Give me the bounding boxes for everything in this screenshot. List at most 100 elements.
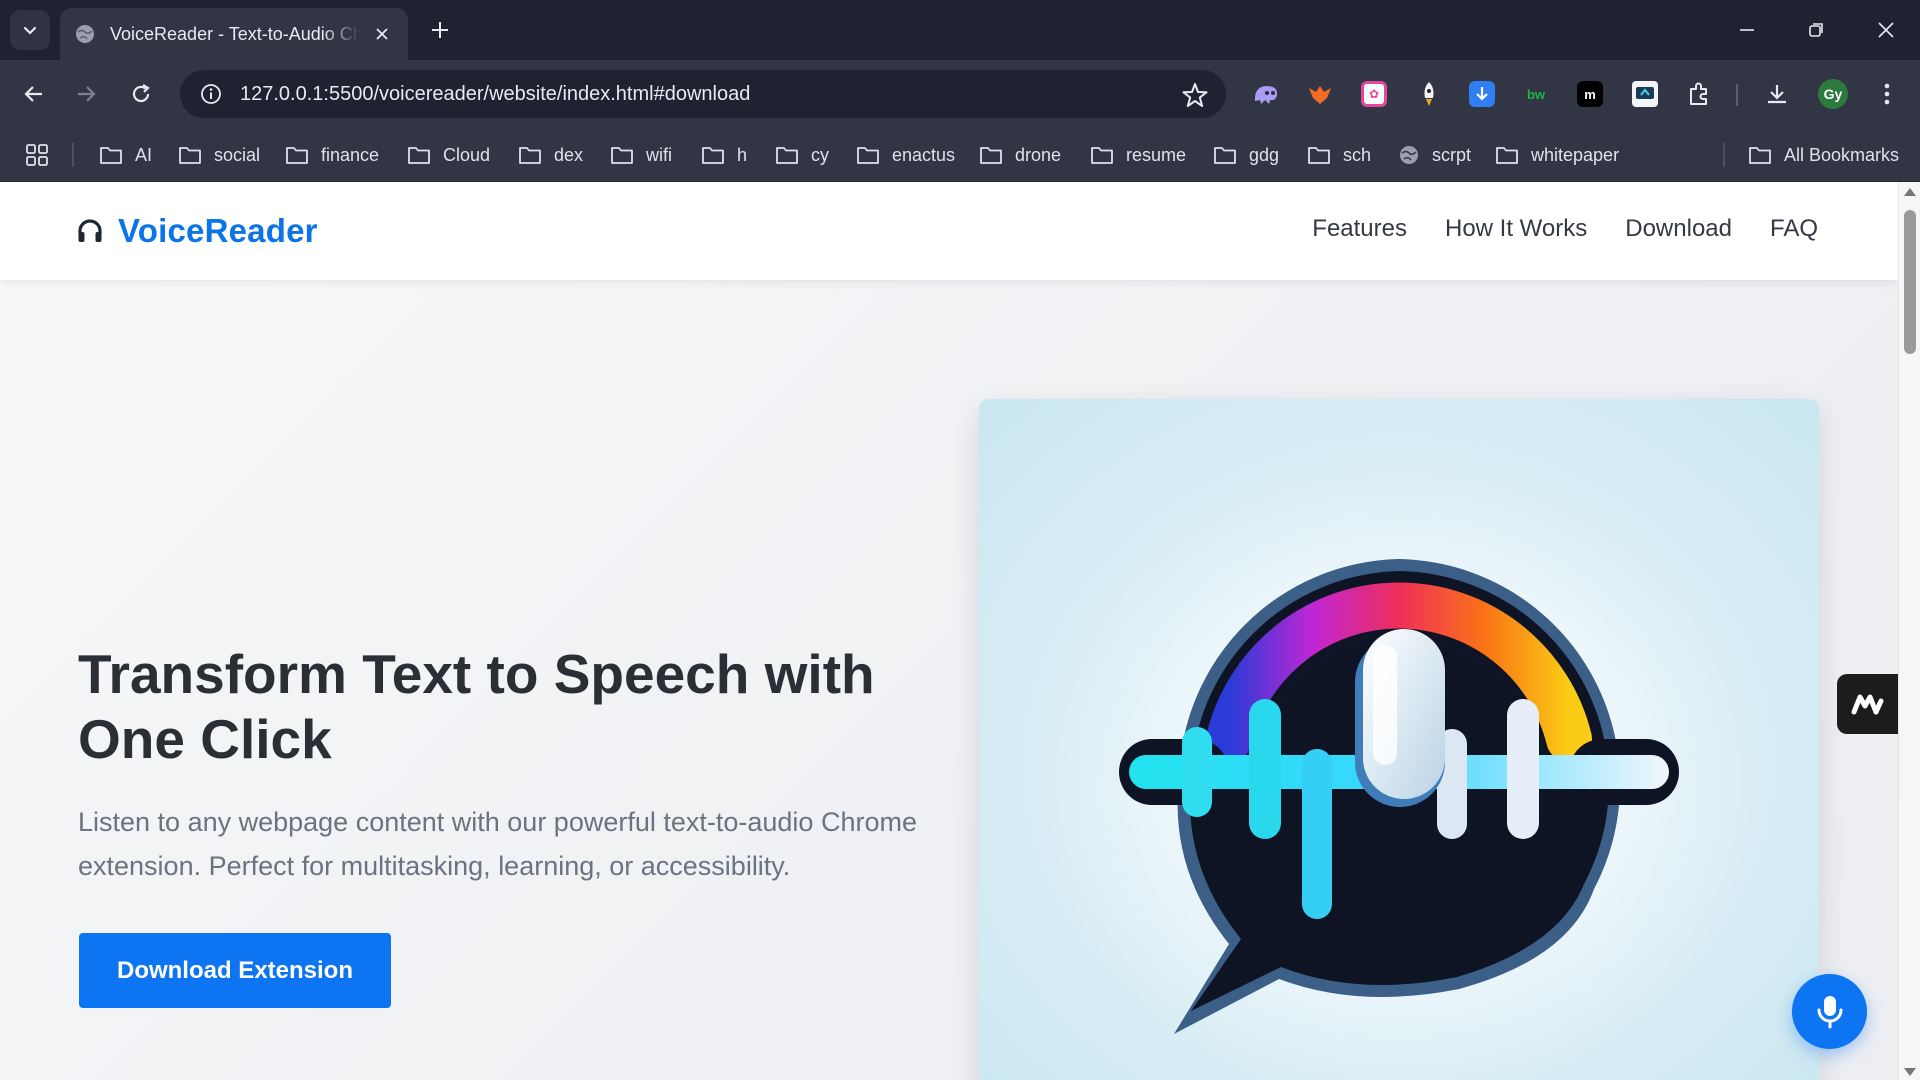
close-window-button[interactable] <box>1862 8 1910 52</box>
site-logo[interactable]: VoiceReader <box>76 212 318 250</box>
profile-avatar[interactable]: Gy <box>1818 79 1848 109</box>
apps-grid-icon[interactable] <box>26 140 60 170</box>
logo-text: VoiceReader <box>118 212 318 249</box>
restore-icon <box>1809 23 1823 37</box>
bookmark-scrpt[interactable]: scrpt <box>1398 140 1471 170</box>
scroll-down-arrow-icon[interactable] <box>1904 1068 1916 1076</box>
bookmark-ai[interactable]: AI <box>99 140 152 170</box>
minimize-icon <box>1740 29 1754 31</box>
new-tab-button[interactable] <box>424 14 456 46</box>
bookmarks-bar: AI social finance Cloud dex wifi h cy enactus dro… <box>0 128 1920 182</box>
back-button[interactable] <box>14 74 54 114</box>
tab-title: VoiceReader - Text-to-Audio Chrome Exten… <box>110 23 360 44</box>
download-extension-button[interactable]: Download Extension <box>79 933 391 1008</box>
bookmark-drone[interactable]: drone <box>979 140 1061 170</box>
bookmark-label: wifi <box>646 144 672 165</box>
bookmark-label: resume <box>1126 144 1187 165</box>
downloads-icon[interactable] <box>1760 77 1794 111</box>
scroll-up-arrow-icon[interactable] <box>1904 188 1916 196</box>
extension-m-icon[interactable]: m <box>1573 77 1607 111</box>
folder-icon <box>1749 147 1771 164</box>
extension-fox-icon[interactable] <box>1303 77 1337 111</box>
active-tab[interactable]: VoiceReader - Text-to-Audio Chrome Exten… <box>60 8 408 60</box>
bookmark-label: sch <box>1343 144 1372 165</box>
folder-icon <box>1214 147 1236 164</box>
tab-search-button[interactable] <box>10 10 50 50</box>
folder-icon <box>776 147 798 164</box>
bookmark-label: Cloud <box>443 144 491 165</box>
page-scrollbar[interactable] <box>1898 182 1920 1080</box>
extension-ghost-icon[interactable] <box>1249 77 1283 111</box>
site-info-icon[interactable] <box>196 79 226 109</box>
folder-icon <box>857 147 879 164</box>
extension-rocket-icon[interactable] <box>1412 77 1446 111</box>
nav-download-link[interactable]: Download <box>1625 215 1732 243</box>
globe-icon <box>76 25 94 43</box>
folder-icon <box>179 147 201 164</box>
site-header: VoiceReader Features How It Works Downlo… <box>0 182 1898 280</box>
folder-icon <box>1091 147 1113 164</box>
globe-icon <box>1400 146 1418 164</box>
bookmark-label: cy <box>811 144 829 165</box>
bookmark-enactus[interactable]: enactus <box>856 140 955 170</box>
close-icon <box>1878 22 1894 38</box>
address-bar[interactable]: 127.0.0.1:5500/voicereader/website/index… <box>180 70 1226 118</box>
chevron-down-icon <box>23 26 37 35</box>
forward-button[interactable] <box>66 74 106 114</box>
browser-toolbar: 127.0.0.1:5500/voicereader/website/index… <box>0 60 1920 128</box>
all-bookmarks-label: All Bookmarks <box>1784 144 1900 165</box>
folder-icon <box>1496 147 1518 164</box>
bookmark-label: drone <box>1015 144 1062 165</box>
m-logo-icon <box>1851 694 1883 715</box>
hero-title: Transform Text to Speech with One Click <box>78 643 875 770</box>
close-tab-icon[interactable] <box>370 22 394 46</box>
arrow-right-icon <box>78 86 96 102</box>
extension-bw-icon[interactable]: bw <box>1519 77 1553 111</box>
voice-bubble-logo-image <box>1039 469 1759 1080</box>
bookmark-cloud[interactable]: Cloud <box>407 140 490 170</box>
bookmark-resume[interactable]: resume <box>1090 140 1186 170</box>
nav-how-it-works-link[interactable]: How It Works <box>1445 215 1587 243</box>
bookmark-dex[interactable]: dex <box>518 140 583 170</box>
arrow-left-icon <box>24 86 42 102</box>
main-nav: Features How It Works Download FAQ <box>1274 215 1818 243</box>
extension-pink-icon[interactable]: ✿ <box>1357 77 1391 111</box>
extensions-puzzle-icon[interactable] <box>1682 77 1716 111</box>
bookmark-sch[interactable]: sch <box>1307 140 1371 170</box>
bookmark-h[interactable]: h <box>701 140 747 170</box>
bookmarks-divider <box>72 143 74 167</box>
bookmark-wifi[interactable]: wifi <box>610 140 672 170</box>
menu-kebab-icon[interactable] <box>1870 77 1904 111</box>
bookmark-cy[interactable]: cy <box>775 140 829 170</box>
bookmark-label: enactus <box>892 144 956 165</box>
bookmark-social[interactable]: social <box>178 140 260 170</box>
bookmark-gdg[interactable]: gdg <box>1213 140 1279 170</box>
nav-features-link[interactable]: Features <box>1312 215 1407 243</box>
bookmark-label: whitepaper <box>1531 144 1620 165</box>
reload-button[interactable] <box>121 74 161 114</box>
microphone-button[interactable] <box>1792 974 1867 1049</box>
bookmarks-divider <box>1723 143 1725 167</box>
scrollbar-thumb[interactable] <box>1904 210 1916 354</box>
bookmark-star-icon[interactable] <box>1182 82 1208 108</box>
extension-download-icon[interactable] <box>1465 77 1499 111</box>
folder-icon <box>702 147 724 164</box>
nav-faq-link[interactable]: FAQ <box>1770 215 1818 243</box>
side-extension-widget[interactable] <box>1837 674 1898 734</box>
minimize-button[interactable] <box>1723 8 1771 52</box>
extension-screen-icon[interactable] <box>1628 77 1662 111</box>
folder-icon <box>611 147 633 164</box>
bookmark-whitepaper[interactable]: whitepaper <box>1495 140 1619 170</box>
page-viewport: VoiceReader Features How It Works Downlo… <box>0 182 1898 1080</box>
folder-icon <box>519 147 541 164</box>
all-bookmarks-button[interactable]: All Bookmarks <box>1748 140 1899 170</box>
bookmark-label: AI <box>135 144 153 165</box>
restore-button[interactable] <box>1792 8 1840 52</box>
bookmark-label: social <box>214 144 261 165</box>
bookmark-label: scrpt <box>1432 144 1472 165</box>
url-text: 127.0.0.1:5500/voicereader/website/index… <box>240 82 751 105</box>
bookmark-finance[interactable]: finance <box>285 140 379 170</box>
hero-illustration <box>979 399 1819 1080</box>
reload-icon <box>132 84 150 103</box>
folder-icon <box>100 147 122 164</box>
